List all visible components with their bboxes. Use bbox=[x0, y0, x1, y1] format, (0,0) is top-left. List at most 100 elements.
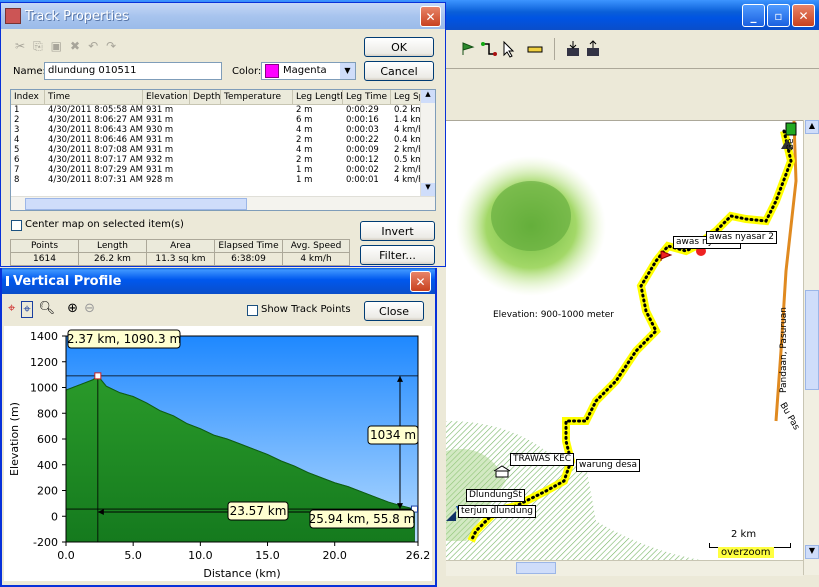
y-axis-label: Elevation (m) bbox=[8, 402, 21, 476]
chevron-down-icon[interactable]: ▼ bbox=[340, 63, 355, 79]
table-cell bbox=[221, 125, 293, 135]
pointer-tool-icon[interactable] bbox=[500, 40, 518, 58]
stat-header: Points bbox=[11, 240, 79, 253]
col-header[interactable]: Leg Sp bbox=[391, 90, 423, 104]
label-awas-nyasar2: awas nyasar 2 bbox=[706, 231, 777, 244]
track-tool-icon[interactable] bbox=[460, 40, 478, 58]
copy-icon[interactable]: ⎘ bbox=[33, 39, 43, 54]
list-vscroll[interactable]: ▲ ▼ bbox=[420, 90, 435, 196]
map-vertical-scrollbar[interactable]: ▲ ▼ bbox=[803, 120, 819, 575]
color-select[interactable]: Magenta ▼ bbox=[261, 62, 356, 80]
table-row[interactable]: 5 4/30/2011 8:07:08 AM 931 m 4 m 0:00:09 2 km… bbox=[11, 145, 435, 155]
list-hscroll[interactable] bbox=[11, 196, 435, 210]
col-header[interactable]: Index bbox=[11, 90, 45, 104]
table-cell: 4 m bbox=[296, 125, 313, 135]
minimize-icon[interactable]: _ bbox=[742, 4, 765, 27]
y-tick-label: 600 bbox=[37, 433, 58, 446]
col-header[interactable]: Elevation bbox=[143, 90, 190, 104]
filter-button[interactable]: Filter... bbox=[360, 245, 435, 265]
hscroll-thumb[interactable] bbox=[516, 562, 556, 574]
table-row[interactable]: 6 4/30/2011 8:07:17 AM 932 m 2 m 0:00:12 0.5 … bbox=[11, 155, 435, 165]
y-tick-label: 800 bbox=[37, 407, 58, 420]
cancel-button[interactable]: Cancel bbox=[364, 61, 434, 81]
table-cell bbox=[190, 115, 221, 125]
crosshair-icon[interactable]: ⌖ bbox=[21, 301, 33, 318]
map-view[interactable]: awas nyasar1 awas nyasar 2 TRAWAS KEC wa… bbox=[446, 120, 803, 576]
show-track-points-checkbox[interactable] bbox=[247, 305, 258, 316]
zoom-in-icon[interactable]: ⊕ bbox=[67, 301, 78, 318]
table-cell: 0:00:03 bbox=[346, 125, 379, 135]
col-header[interactable]: Leg Length bbox=[293, 90, 343, 104]
table-cell: 931 m bbox=[146, 145, 174, 155]
center-map-checkbox[interactable] bbox=[11, 220, 22, 231]
name-field[interactable]: dlundung 010511 bbox=[44, 62, 222, 80]
flag-icon bbox=[660, 250, 673, 261]
zoom-out-icon[interactable]: ⊖ bbox=[84, 301, 95, 318]
label-g: Ge bbox=[786, 138, 796, 151]
col-header[interactable]: Depth bbox=[190, 90, 221, 104]
list-body: 1 4/30/2011 8:05:58 AM 931 m2 m 0:00:29 0.2 … bbox=[11, 105, 435, 185]
table-row[interactable]: 2 4/30/2011 8:06:27 AM 931 m 6 m 0:00:16 1.4 … bbox=[11, 115, 435, 125]
measure-tool-icon[interactable] bbox=[526, 40, 544, 58]
close-icon[interactable]: ✕ bbox=[792, 4, 815, 27]
table-row[interactable]: 8 4/30/2011 8:07:31 AM 928 m 1 m 0:00:01 4 km… bbox=[11, 175, 435, 185]
elevation-gain-annotation: 1034 m bbox=[370, 428, 416, 442]
col-header[interactable]: Time bbox=[45, 90, 143, 104]
table-cell: 931 m bbox=[146, 115, 174, 125]
scroll-down-icon[interactable]: ▼ bbox=[421, 183, 435, 196]
paste-icon[interactable]: ▣ bbox=[51, 39, 62, 54]
trackpoint-list[interactable]: Index Time Elevation Depth Temperature L… bbox=[10, 89, 436, 211]
crosshair-select-icon[interactable]: ⌖ bbox=[8, 301, 15, 318]
route-tool-icon[interactable] bbox=[480, 40, 498, 58]
dialog-title: Vertical Profile bbox=[13, 273, 122, 289]
maximize-icon[interactable]: ▫ bbox=[767, 4, 790, 27]
scroll-up-icon[interactable]: ▲ bbox=[421, 90, 435, 103]
table-cell: 4/30/2011 8:07:08 AM bbox=[48, 145, 143, 155]
label-terjun: terjun dlundung bbox=[458, 505, 536, 518]
close-icon[interactable]: ✕ bbox=[410, 271, 431, 292]
center-map-label: Center map on selected item(s) bbox=[25, 219, 184, 230]
table-row[interactable]: 3 4/30/2011 8:06:43 AM 930 m 4 m 0:00:03 4 km… bbox=[11, 125, 435, 135]
redo-icon[interactable]: ↷ bbox=[106, 39, 116, 54]
receive-from-device-icon[interactable] bbox=[584, 40, 602, 58]
ok-button[interactable]: OK bbox=[364, 37, 434, 57]
profile-close-button[interactable]: Close bbox=[364, 301, 424, 321]
invert-button[interactable]: Invert bbox=[360, 221, 435, 241]
hscroll-thumb[interactable] bbox=[25, 198, 247, 210]
label-warung: warung desa bbox=[576, 459, 641, 472]
col-header[interactable]: Temperature bbox=[221, 90, 293, 104]
table-row[interactable]: 7 4/30/2011 8:07:29 AM 931 m 1 m 0:00:02 2 km… bbox=[11, 165, 435, 175]
profile-toolbar: ⌖ ⌖ 🔍︎ ⊕ ⊖ bbox=[8, 301, 95, 318]
elevation-note: Elevation: 900-1000 meter bbox=[493, 310, 614, 320]
col-header[interactable]: Leg Time bbox=[343, 90, 391, 104]
scroll-up-icon[interactable]: ▲ bbox=[805, 120, 819, 134]
table-cell: 931 m bbox=[146, 135, 174, 145]
send-to-device-icon[interactable] bbox=[564, 40, 582, 58]
distance-annotation: 23.57 km bbox=[230, 504, 287, 518]
scroll-thumb[interactable] bbox=[805, 290, 819, 390]
elevation-chart[interactable]: 1400 1200 1000 800 600 400 200 0 -200 0.0 5.0 10.0 1… bbox=[4, 326, 432, 581]
close-icon[interactable]: ✕ bbox=[420, 6, 441, 27]
table-cell: 932 m bbox=[146, 155, 174, 165]
table-cell: 4/30/2011 8:06:46 AM bbox=[48, 135, 143, 145]
undo-icon[interactable]: ↶ bbox=[88, 39, 98, 54]
table-cell: 0.2 km bbox=[394, 105, 423, 115]
table-row[interactable]: 4 4/30/2011 8:06:46 AM 931 m 2 m 0:00:22 0.4 … bbox=[11, 135, 435, 145]
x-tick-label: 0.0 bbox=[57, 549, 75, 562]
y-tick-label: 1400 bbox=[30, 330, 58, 343]
table-row[interactable]: 1 4/30/2011 8:05:58 AM 931 m 2 m 0:00:29 0.2 … bbox=[11, 105, 435, 115]
table-cell: 4/30/2011 8:07:31 AM bbox=[48, 175, 143, 185]
max-point-annotation: 2.37 km, 1090.3 m bbox=[67, 332, 181, 346]
delete-icon[interactable]: ✖ bbox=[70, 39, 80, 54]
map-horizontal-scrollbar[interactable] bbox=[446, 560, 803, 576]
table-cell: 0:00:29 bbox=[346, 105, 379, 115]
name-label: Name: bbox=[13, 66, 46, 77]
max-point-marker[interactable] bbox=[94, 372, 102, 380]
table-cell: 4 km/h bbox=[394, 125, 423, 135]
label-trawas: TRAWAS KEC bbox=[510, 453, 575, 466]
zoom-tool-icon[interactable]: 🔍︎ bbox=[39, 301, 56, 318]
table-cell: 0:00:12 bbox=[346, 155, 379, 165]
y-tick-label: -200 bbox=[33, 536, 58, 549]
cut-icon[interactable]: ✂ bbox=[15, 39, 25, 54]
scroll-down-icon[interactable]: ▼ bbox=[805, 545, 819, 559]
